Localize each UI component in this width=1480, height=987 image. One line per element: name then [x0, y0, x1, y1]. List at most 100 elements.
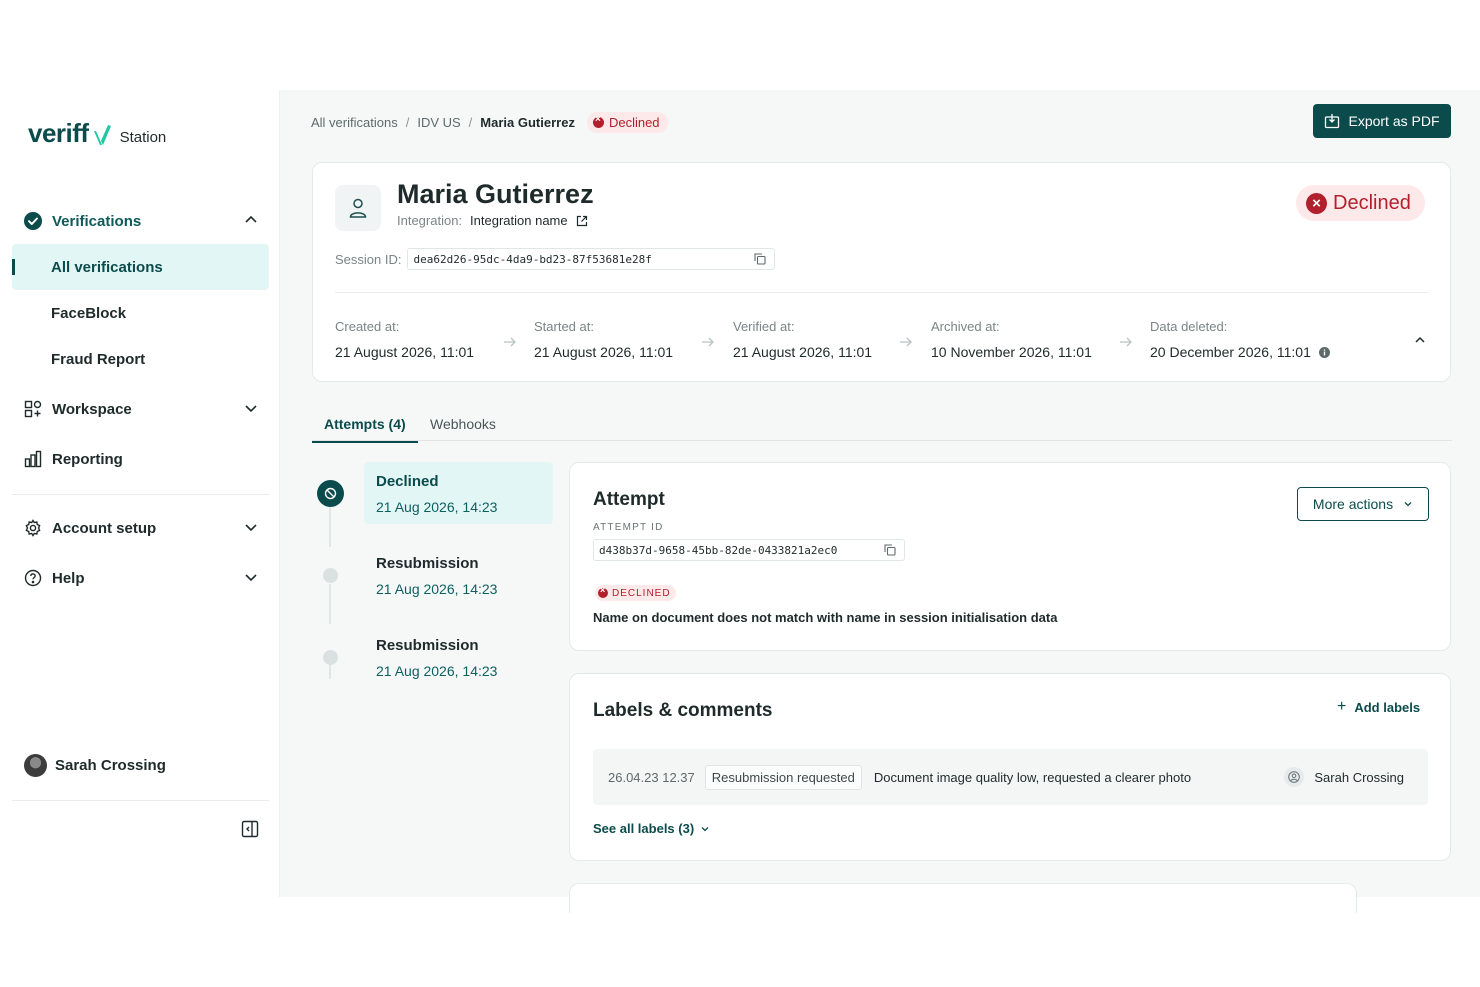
sidebar: veriff Station Verifications All verific… — [0, 90, 280, 897]
timeline-node — [323, 650, 338, 665]
status-label: Declined — [1333, 191, 1411, 214]
integration-label: Integration: — [397, 213, 463, 228]
sidebar-item-label: Help — [52, 569, 85, 587]
see-all-labels-link[interactable]: See all labels (3) — [593, 821, 710, 836]
session-dates: Created at: 21 August 2026, 11:01 Starte… — [335, 319, 1435, 363]
comment-timestamp: 26.04.23 12.37 — [608, 769, 695, 785]
breadcrumb-current: Maria Gutierrez — [480, 115, 575, 130]
sidebar-item-account-setup[interactable]: Account setup — [12, 505, 269, 551]
timeline-node — [323, 568, 338, 583]
logo-product-name: Station — [119, 129, 167, 146]
logo-mark-icon — [93, 125, 111, 145]
collapse-sidebar-icon[interactable] — [241, 820, 259, 838]
breadcrumb-idv-us[interactable]: IDV US — [417, 115, 460, 130]
sidebar-subitem-faceblock[interactable]: FaceBlock — [12, 290, 269, 336]
chevron-down-icon — [245, 405, 257, 413]
veriff-logo[interactable]: veriff Station — [28, 118, 166, 149]
next-card-peek — [569, 883, 1357, 913]
decline-reason: Name on document does not match with nam… — [593, 610, 1058, 625]
export-pdf-button[interactable]: Export as PDF — [1313, 104, 1451, 138]
bar-chart-icon — [24, 450, 42, 468]
person-icon — [335, 185, 381, 231]
sidebar-subitem-all-verifications[interactable]: All verifications — [12, 244, 269, 290]
add-labels-button[interactable]: + Add labels — [1337, 698, 1420, 716]
timeline-item-date: 21 Aug 2026, 14:23 — [376, 581, 498, 597]
sidebar-item-workspace[interactable]: Workspace — [12, 386, 269, 432]
timeline-item-resubmission[interactable]: Resubmission 21 Aug 2026, 14:23 — [364, 626, 553, 688]
help-circle-icon — [24, 569, 42, 587]
user-profile[interactable]: Sarah Crossing — [24, 754, 166, 777]
session-id-value: dea62d26-95dc-4da9-bd23-87f53681e28f — [413, 252, 652, 266]
date-value-row: 20 December 2026, 11:01 — [1150, 344, 1330, 360]
attempt-id-field[interactable]: d438b37d-9658-45bb-82de-0433821a2ec0 — [593, 539, 905, 561]
check-circle-icon — [24, 212, 42, 230]
comment-author: Sarah Crossing — [1284, 767, 1404, 787]
date-value: 21 August 2026, 11:01 — [534, 344, 674, 360]
sidebar-subitem-label: FaceBlock — [51, 304, 127, 322]
sidebar-divider — [12, 494, 269, 495]
status-badge-label: Declined — [608, 115, 660, 130]
comment-row: 26.04.23 12.37 Resubmission requested Do… — [593, 749, 1428, 805]
sidebar-subitem-label: Fraud Report — [51, 350, 146, 368]
grid-icon — [24, 400, 42, 418]
tab-attempts[interactable]: Attempts (4) — [312, 416, 418, 443]
date-value: 20 December 2026, 11:01 — [1150, 344, 1311, 360]
timeline-item-declined[interactable]: Declined 21 Aug 2026, 14:23 — [364, 462, 553, 524]
sidebar-item-reporting[interactable]: Reporting — [12, 436, 269, 482]
labels-title: Labels & comments — [593, 700, 773, 721]
plus-icon: + — [1337, 698, 1347, 715]
attempt-id-label: ATTEMPT ID — [593, 522, 664, 533]
status-badge-large: × Declined — [1296, 185, 1425, 221]
main-content: All verifications / IDV US / Maria Gutie… — [280, 90, 1480, 913]
chevron-down-icon — [245, 574, 257, 582]
declined-icon — [592, 114, 604, 128]
sidebar-item-verifications[interactable]: Verifications — [12, 198, 269, 244]
chevron-up-icon — [245, 215, 257, 223]
info-icon[interactable] — [1318, 346, 1330, 358]
app-window: veriff Station Verifications All verific… — [0, 90, 1480, 913]
see-all-labels-label: See all labels (3) — [593, 821, 695, 836]
chevron-up-icon[interactable] — [1413, 333, 1427, 347]
declined-icon: × — [1306, 192, 1327, 214]
attempt-card: Attempt More actions ATTEMPT ID d438b37d… — [569, 462, 1451, 651]
external-link-icon[interactable] — [576, 215, 588, 227]
export-icon — [1325, 114, 1340, 129]
session-id-row: Session ID: dea62d26-95dc-4da9-bd23-87f5… — [335, 248, 776, 270]
user-icon — [1284, 767, 1305, 787]
session-id-label: Session ID: — [335, 251, 402, 267]
sidebar-item-help[interactable]: Help — [12, 555, 269, 601]
session-id-field[interactable]: dea62d26-95dc-4da9-bd23-87f53681e28f — [407, 248, 776, 270]
status-badge: Declined — [586, 112, 668, 133]
breadcrumb-all-verifications[interactable]: All verifications — [311, 115, 398, 130]
gear-icon — [24, 519, 42, 537]
date-created: Created at: 21 August 2026, 11:01 — [335, 319, 474, 360]
sidebar-item-label: Account setup — [52, 519, 157, 537]
attempts-timeline: Declined 21 Aug 2026, 14:23 Resubmission… — [312, 462, 557, 692]
tab-webhooks[interactable]: Webhooks — [430, 416, 496, 432]
timeline-item-date: 21 Aug 2026, 14:23 — [376, 663, 498, 679]
arrow-right-icon — [900, 337, 912, 347]
labels-comments-card: Labels & comments + Add labels 26.04.23 … — [569, 673, 1451, 861]
date-archived: Archived at: 10 November 2026, 11:01 — [931, 319, 1092, 360]
attempt-id-value: d438b37d-9658-45bb-82de-0433821a2ec0 — [599, 543, 838, 557]
page-title: Maria Gutierrez — [397, 179, 594, 209]
export-pdf-label: Export as PDF — [1348, 113, 1440, 129]
timeline-item-title: Resubmission — [376, 555, 479, 572]
copy-icon[interactable] — [884, 544, 896, 556]
timeline-item-resubmission[interactable]: Resubmission 21 Aug 2026, 14:23 — [364, 544, 553, 606]
sidebar-nav: Verifications All verifications FaceBloc… — [12, 198, 269, 601]
date-label: Started at: — [534, 319, 594, 334]
timeline-item-date: 21 Aug 2026, 14:23 — [376, 499, 498, 515]
more-actions-button[interactable]: More actions — [1297, 487, 1429, 521]
breadcrumb-separator: / — [405, 115, 410, 130]
user-name: Sarah Crossing — [55, 757, 166, 774]
sidebar-subitem-fraud-report[interactable]: Fraud Report — [12, 336, 269, 382]
comment-author-name: Sarah Crossing — [1314, 769, 1404, 785]
date-label: Verified at: — [733, 319, 795, 334]
copy-icon[interactable] — [754, 253, 767, 265]
integration-link[interactable]: Integration name — [470, 213, 568, 228]
timeline-connector — [329, 584, 331, 624]
date-verified: Verified at: 21 August 2026, 11:01 — [733, 319, 872, 360]
integration-info: Integration: Integration name — [397, 213, 588, 228]
date-value: 21 August 2026, 11:01 — [733, 344, 873, 360]
